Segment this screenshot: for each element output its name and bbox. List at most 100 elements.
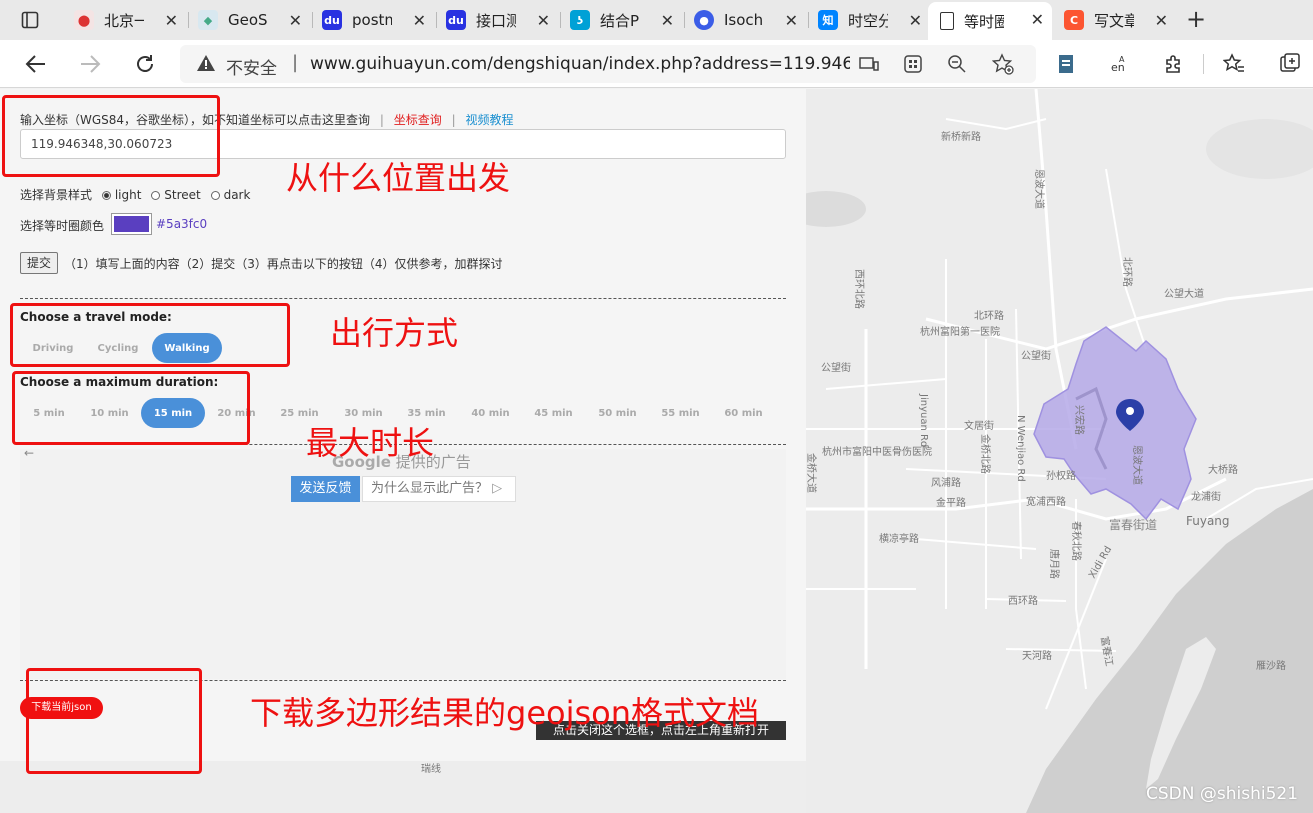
isochrone-map[interactable]: 新桥新路 恩波大道 西环北路 北环路 公望街 杭州富阳第一医院 公望街 北环路 …	[806, 89, 1313, 813]
submit-button[interactable]: 提交	[20, 252, 58, 274]
map-label: 恩波大道	[1131, 445, 1144, 485]
close-icon[interactable]: ✕	[785, 11, 798, 30]
map-label: 西环路	[1008, 594, 1038, 607]
close-icon[interactable]: ✕	[909, 11, 922, 30]
radio-street-label: Street	[164, 188, 201, 202]
color-picker[interactable]	[111, 213, 152, 235]
tab-label: 写文章	[1094, 11, 1134, 30]
map-pin-icon: ⬤	[74, 10, 94, 30]
radio-street[interactable]	[151, 191, 161, 200]
translate-ext-button[interactable]: en A	[1106, 50, 1134, 78]
tab-label: postm	[352, 11, 392, 29]
close-icon[interactable]: ✕	[413, 11, 426, 30]
color-label: 选择等时圈颜色	[20, 219, 105, 233]
insecure-label: 不安全	[226, 59, 277, 79]
why-this-ad-label: 为什么显示此广告？	[371, 481, 489, 496]
annotation-duration: 最大时长	[306, 424, 435, 462]
baidu-icon: du	[322, 10, 342, 30]
add-favorite-icon[interactable]	[992, 53, 1014, 75]
map-label: 金桥北路	[979, 434, 992, 474]
duration-50-button[interactable]: 50 min	[590, 398, 645, 428]
address-bar[interactable]: 不安全 | www.guihuayun.com/dengshiquan/inde…	[180, 45, 1036, 83]
map-label: 龙浦街	[1191, 490, 1221, 503]
ad-container: ← Google 提供的广告 发送反馈 为什么显示此广告？ ▷	[20, 446, 786, 679]
tab-geoserver[interactable]: ◆ GeoSe ✕	[190, 3, 310, 37]
tab-actions-icon	[21, 11, 39, 29]
radio-light[interactable]	[101, 191, 111, 200]
map-label: Fuyang	[1186, 514, 1230, 528]
divider	[20, 298, 786, 299]
url-text[interactable]: www.guihuayun.com/dengshiquan/index.php?…	[310, 54, 850, 74]
csdn-icon: C	[1064, 10, 1084, 30]
duration-60-button[interactable]: 60 min	[716, 398, 771, 428]
duration-45-button[interactable]: 45 min	[526, 398, 581, 428]
duration-40-button[interactable]: 40 min	[463, 398, 518, 428]
map-label: 恩波大道	[1033, 169, 1046, 209]
close-icon[interactable]: ✕	[165, 11, 178, 30]
close-icon[interactable]: ✕	[537, 11, 550, 30]
address-separator: |	[292, 52, 299, 73]
tab-bilibili[interactable]: ʖ 结合P ✕	[562, 3, 682, 37]
duration-55-button[interactable]: 55 min	[653, 398, 708, 428]
tab-api-test[interactable]: du 接口测 ✕	[438, 3, 558, 37]
back-button[interactable]	[22, 50, 50, 78]
forward-button[interactable]	[76, 50, 104, 78]
new-tab-button[interactable]: +	[1186, 7, 1206, 31]
close-icon[interactable]: ✕	[1031, 10, 1044, 29]
why-this-ad-button[interactable]: 为什么显示此广告？ ▷	[362, 476, 516, 502]
map-label: 文居街	[964, 419, 994, 432]
tab-zhihu[interactable]: 知 时空分 ✕	[810, 3, 930, 37]
coord-query-link[interactable]: 坐标查询	[394, 113, 442, 127]
forward-arrow-icon	[81, 55, 101, 73]
map-label: 北环路	[974, 309, 1004, 322]
tab-isochrone-active[interactable]: 等时圈 ✕	[928, 2, 1052, 40]
map-label: 横凉亭路	[879, 532, 919, 545]
radio-light-label: light	[114, 188, 142, 202]
map-label: 金桥大道	[806, 453, 818, 493]
collections-button[interactable]	[1276, 50, 1304, 78]
favorites-button[interactable]	[1220, 50, 1248, 78]
tab-postman[interactable]: du postm ✕	[314, 3, 434, 37]
tab-label: 北京一	[104, 11, 144, 30]
refresh-button[interactable]	[131, 50, 159, 78]
close-icon[interactable]: ✕	[661, 11, 674, 30]
puzzle-icon	[1166, 55, 1180, 73]
tab-actions-button[interactable]	[8, 6, 52, 34]
collections-icon	[1280, 53, 1300, 72]
favorites-icon	[1223, 53, 1244, 72]
annotation-box-origin	[2, 95, 220, 177]
collections-ext-button[interactable]	[1052, 50, 1080, 78]
tab-isochrone[interactable]: ● Isochr ✕	[686, 3, 806, 37]
radio-dark[interactable]	[210, 191, 220, 200]
map-label: 北环路	[1121, 257, 1134, 287]
map-label: 杭州富阳第一医院	[920, 325, 1000, 338]
map-label: 兴宏路	[1073, 405, 1086, 435]
tab-csdn-write[interactable]: C 写文章 ✕	[1056, 3, 1176, 37]
bilibili-icon: ʖ	[570, 10, 590, 30]
apps-icon[interactable]	[902, 53, 924, 75]
toolbar-divider	[1203, 54, 1204, 74]
map-label: 孙权路	[1046, 469, 1076, 482]
tab-beijing[interactable]: ⬤ 北京一 ✕	[66, 3, 186, 37]
close-icon[interactable]: ✕	[289, 11, 302, 30]
link-separator: |	[451, 113, 456, 127]
send-feedback-button[interactable]: 发送反馈	[291, 476, 360, 502]
zoom-out-icon[interactable]	[946, 53, 968, 75]
annotation-box-mode	[10, 303, 290, 367]
back-arrow-icon[interactable]: ←	[24, 446, 34, 460]
map-label: 新桥新路	[941, 130, 981, 143]
read-aloud-icon[interactable]	[858, 53, 880, 75]
map-label: 公望大道	[1164, 287, 1204, 300]
annotation-box-download	[26, 668, 202, 774]
video-tutorial-link[interactable]: 视频教程	[465, 113, 513, 127]
extensions-button[interactable]	[1160, 50, 1188, 78]
annotation-origin: 从什么位置出发	[286, 159, 511, 197]
zhihu-icon: 知	[818, 10, 838, 30]
map-label: Jinyuan Rd	[918, 393, 929, 447]
geoserver-icon: ◆	[198, 10, 218, 30]
tab-strip: ⬤ 北京一 ✕ ◆ GeoSe ✕ du postm ✕ du 接口测 ✕ ʖ …	[0, 0, 1313, 40]
map-label: 春秋北路	[1070, 521, 1083, 561]
tab-label: 等时圈	[964, 12, 1004, 31]
refresh-icon	[137, 55, 153, 72]
close-icon[interactable]: ✕	[1155, 11, 1168, 30]
